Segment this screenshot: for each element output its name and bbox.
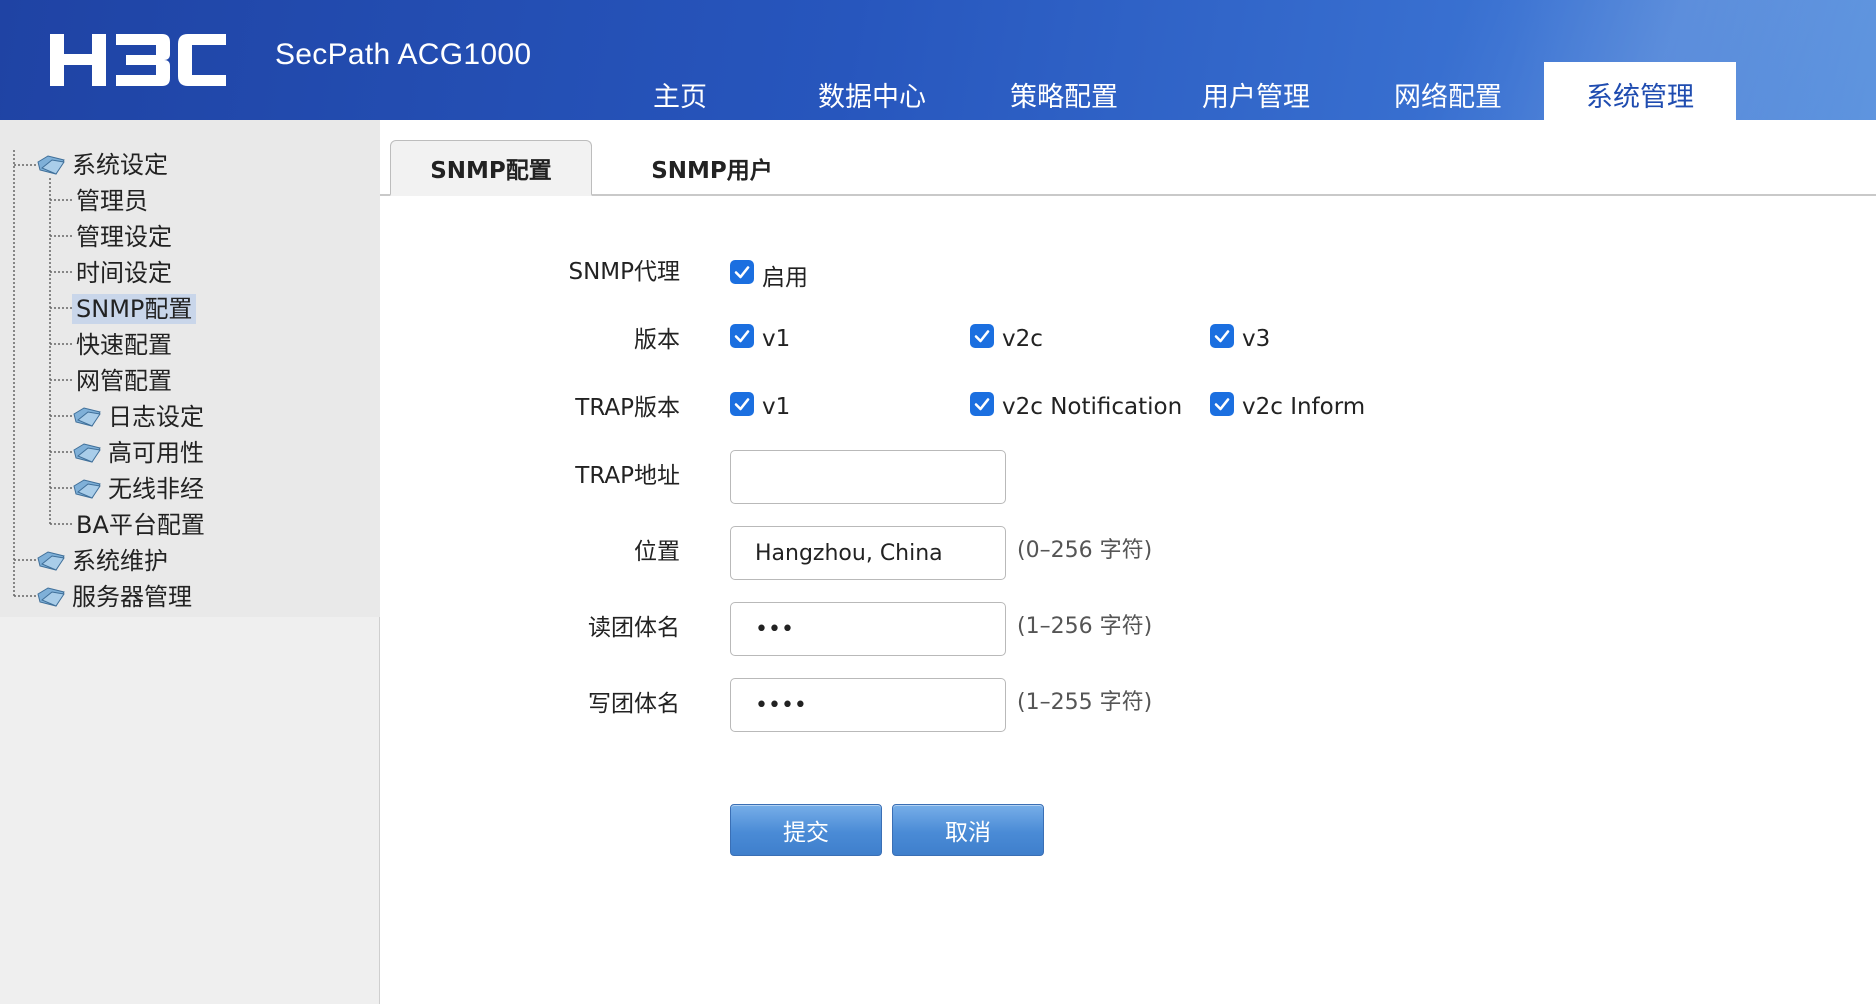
- tree-item-label: 网管配置: [76, 367, 172, 395]
- trap-v2c-inform-checkbox[interactable]: v2c Inform: [1210, 388, 1365, 420]
- tree-connector-lines: [13, 150, 72, 597]
- tree-item-label: 时间设定: [76, 259, 172, 287]
- checkbox-checked-icon: [730, 260, 754, 284]
- tree-item-label: 高可用性: [108, 439, 204, 467]
- version-v3-checkbox[interactable]: v3: [1210, 320, 1270, 352]
- location-label: 位置: [634, 539, 680, 565]
- tree-item-system-settings[interactable]: 系统设定: [36, 149, 172, 181]
- tree-item-wireless[interactable]: 无线非经: [72, 473, 208, 505]
- version-v1-checkbox[interactable]: v1: [730, 320, 790, 352]
- version-v2c-checkbox[interactable]: v2c: [970, 320, 1043, 352]
- tree-item-snmp-config[interactable]: SNMP配置: [72, 293, 197, 325]
- nav-home[interactable]: 主页: [584, 62, 776, 120]
- checkbox-label: v1: [762, 326, 791, 352]
- write-community-hint: (1–255 字符): [1017, 690, 1153, 715]
- location-input[interactable]: Hangzhou, China: [730, 526, 1006, 580]
- checkbox-checked-icon: [730, 392, 754, 416]
- h3c-logo: [50, 34, 226, 86]
- nav-system-management[interactable]: 系统管理: [1544, 62, 1736, 120]
- tree-item-system-maintenance[interactable]: 系统维护: [36, 545, 172, 577]
- main-nav: 主页 数据中心 策略配置 用户管理 网络配置 系统管理: [584, 62, 1736, 120]
- trap-v1-checkbox[interactable]: v1: [730, 388, 790, 420]
- tree-item-label: 日志设定: [108, 403, 204, 431]
- tree-item-label: SNMP配置: [72, 294, 197, 324]
- tree-item-nms-config[interactable]: 网管配置: [72, 365, 176, 397]
- tab-snmp-config[interactable]: SNMP配置: [390, 140, 592, 196]
- checkbox-checked-icon: [1210, 392, 1234, 416]
- folder-icon: [73, 407, 101, 427]
- checkbox-label: v2c Notification: [1002, 394, 1183, 420]
- trap-address-input[interactable]: [730, 450, 1006, 504]
- trap-v2c-notification-checkbox[interactable]: v2c Notification: [970, 388, 1182, 420]
- version-label: 版本: [634, 327, 680, 353]
- submit-button[interactable]: 提交: [730, 804, 882, 856]
- checkbox-checked-icon: [730, 324, 754, 348]
- folder-icon: [37, 155, 65, 175]
- write-community-label: 写团体名: [588, 691, 680, 717]
- tree-item-ba-platform[interactable]: BA平台配置: [72, 509, 209, 541]
- snmp-agent-enable-checkbox[interactable]: 启用: [730, 252, 808, 292]
- nav-policy-config[interactable]: 策略配置: [968, 62, 1160, 120]
- checkbox-label: v2c: [1002, 326, 1043, 352]
- tree-item-management-settings[interactable]: 管理设定: [72, 221, 176, 253]
- checkbox-label: v2c Inform: [1242, 394, 1366, 420]
- checkbox-label: 启用: [762, 265, 808, 291]
- tree-item-server-management[interactable]: 服务器管理: [36, 581, 196, 613]
- tree-item-high-availability[interactable]: 高可用性: [72, 437, 208, 469]
- tree-item-label: 服务器管理: [72, 583, 192, 611]
- folder-icon: [73, 479, 101, 499]
- tree-item-label: 系统维护: [72, 547, 168, 575]
- tab-bar: SNMP配置 SNMP用户: [380, 120, 1876, 196]
- write-community-input[interactable]: ••••: [730, 678, 1006, 732]
- folder-icon: [37, 587, 65, 607]
- main-content: SNMP配置 SNMP用户 SNMP代理 启用 版本 v1 v2c v3 TRA…: [380, 120, 1876, 1004]
- read-community-input[interactable]: •••: [730, 602, 1006, 656]
- nav-data-center[interactable]: 数据中心: [776, 62, 968, 120]
- read-community-label: 读团体名: [588, 615, 680, 641]
- folder-icon: [73, 443, 101, 463]
- location-hint: (0–256 字符): [1017, 538, 1153, 563]
- checkbox-checked-icon: [970, 324, 994, 348]
- nav-user-management[interactable]: 用户管理: [1160, 62, 1352, 120]
- checkbox-label: v1: [762, 394, 791, 420]
- tree-item-quick-config[interactable]: 快速配置: [72, 329, 176, 361]
- nav-tree: 系统设定 管理员 管理设定 时间设定 SNMP配置 快速配置 网管配置 日志设定: [0, 120, 380, 617]
- trap-address-label: TRAP地址: [575, 463, 680, 489]
- snmp-agent-label: SNMP代理: [568, 259, 680, 285]
- tab-snmp-users[interactable]: SNMP用户: [612, 140, 812, 196]
- checkbox-checked-icon: [970, 392, 994, 416]
- tree-item-label: 管理设定: [76, 223, 172, 251]
- read-community-hint: (1–256 字符): [1017, 614, 1153, 639]
- tree-item-label: 系统设定: [72, 151, 168, 179]
- sidebar: 系统设定 管理员 管理设定 时间设定 SNMP配置 快速配置 网管配置 日志设定: [0, 120, 380, 1004]
- product-name: SecPath ACG1000: [275, 38, 532, 71]
- tree-item-time-settings[interactable]: 时间设定: [72, 257, 176, 289]
- tree-item-admin[interactable]: 管理员: [72, 185, 152, 217]
- nav-network-config[interactable]: 网络配置: [1352, 62, 1544, 120]
- tree-item-label: 管理员: [76, 187, 148, 215]
- tree-item-label: 无线非经: [108, 475, 204, 503]
- checkbox-checked-icon: [1210, 324, 1234, 348]
- folder-icon: [37, 551, 65, 571]
- tree-item-log-settings[interactable]: 日志设定: [72, 401, 208, 433]
- checkbox-label: v3: [1242, 326, 1271, 352]
- top-header: SecPath ACG1000 主页 数据中心 策略配置 用户管理 网络配置 系…: [0, 0, 1876, 120]
- tree-item-label: 快速配置: [76, 331, 172, 359]
- cancel-button[interactable]: 取消: [892, 804, 1044, 856]
- trap-version-label: TRAP版本: [575, 395, 680, 421]
- tree-item-label: BA平台配置: [76, 511, 205, 539]
